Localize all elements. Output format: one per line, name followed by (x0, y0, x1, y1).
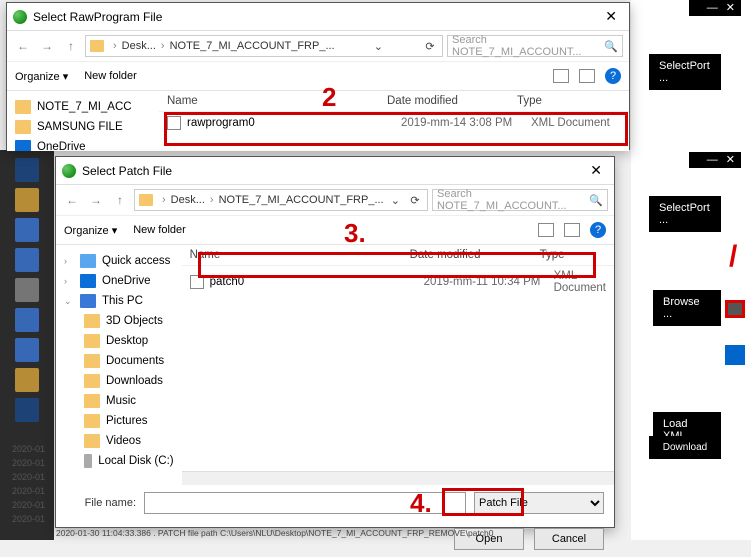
dropdown-icon[interactable]: ⌄ (370, 40, 386, 53)
nav-downloads[interactable]: Downloads (64, 371, 174, 391)
preview-icon[interactable] (564, 223, 580, 237)
select-port-button[interactable]: SelectPort ... (649, 54, 721, 90)
new-folder-button[interactable]: New folder (84, 70, 137, 82)
app-window-controls: — ✕ (689, 0, 741, 16)
dialog-title: Select Patch File (82, 164, 584, 178)
close-button[interactable]: ✕ (726, 3, 735, 14)
nav-3d-objects[interactable]: 3D Objects (64, 311, 174, 331)
view-icon[interactable] (538, 223, 554, 237)
filename-label: File name: (66, 497, 136, 509)
column-type[interactable]: Type (517, 95, 621, 107)
nav-desktop[interactable]: Desktop (64, 331, 174, 351)
close-icon[interactable]: ✕ (599, 8, 623, 25)
taskbar-icon[interactable] (15, 338, 39, 362)
preview-icon[interactable] (579, 69, 595, 83)
back-button[interactable]: ← (13, 36, 33, 56)
folder-icon (90, 40, 104, 52)
file-icon (190, 275, 204, 289)
close-button-2[interactable]: ✕ (726, 155, 735, 166)
help-icon[interactable]: ? (605, 68, 621, 84)
column-name[interactable]: Name (190, 249, 410, 261)
app-icon (62, 164, 76, 178)
close-icon[interactable]: ✕ (584, 162, 608, 179)
minimize-button[interactable]: — (707, 3, 718, 14)
refresh-icon[interactable]: ⟳ (407, 194, 423, 207)
nav-quick-access[interactable]: ›Quick access (64, 251, 174, 271)
select-rawprogram-dialog: Select RawProgram File ✕ ← → ↑ › Desk...… (6, 2, 630, 150)
up-button[interactable]: ↑ (110, 190, 130, 210)
folder-icon (139, 194, 153, 206)
file-row[interactable]: patch0 2019-mm-11 10:34 PM XML Document (182, 266, 614, 298)
file-row[interactable]: rawprogram0 2019-mm-14 3:08 PM XML Docum… (159, 112, 629, 134)
search-icon: 🔍 (604, 40, 618, 53)
nav-onedrive[interactable]: ›OneDrive (64, 271, 174, 291)
forward-button[interactable]: → (37, 36, 57, 56)
view-icon[interactable] (553, 69, 569, 83)
taskbar-icon[interactable] (15, 188, 39, 212)
minimize-button-2[interactable]: — (707, 155, 718, 166)
filename-input[interactable] (144, 492, 466, 514)
file-icon (167, 116, 181, 130)
new-folder-button[interactable]: New folder (133, 224, 186, 236)
taskbar-icon[interactable] (15, 398, 39, 422)
nav-pane: NOTE_7_MI_ACC SAMSUNG FILE OneDrive (7, 91, 159, 151)
nav-item[interactable]: SAMSUNG FILE (15, 117, 151, 137)
log-line: 2020-01-30 11:04:33.386 . PATCH file pat… (56, 528, 596, 538)
select-patch-dialog: Select Patch File ✕ ← → ↑ › Desk... › NO… (55, 156, 615, 528)
taskbar-icon[interactable] (15, 278, 39, 302)
help-icon[interactable]: ? (590, 222, 606, 238)
nav-pictures[interactable]: Pictures (64, 411, 174, 431)
nav-music[interactable]: Music (64, 391, 174, 411)
taskbar-icon[interactable] (15, 158, 39, 182)
breadcrumb[interactable]: › Desk... › NOTE_7_MI_ACCOUNT_FRP_... ⌄ … (85, 35, 443, 57)
app-window-controls-2: — ✕ (689, 152, 741, 168)
annotation-slash: / (729, 240, 739, 270)
nav-item[interactable]: OneDrive (15, 137, 151, 151)
timestamps-strip: 2020-01 2020-01 2020-01 2020-01 2020-01 … (12, 442, 45, 526)
up-button[interactable]: ↑ (61, 36, 81, 56)
browse-button[interactable]: Browse ... (653, 290, 721, 326)
search-icon: 🔍 (589, 194, 603, 207)
taskbar-icon[interactable] (15, 308, 39, 332)
dropdown-icon[interactable]: ⌄ (387, 194, 403, 207)
nav-item[interactable]: NOTE_7_MI_ACC (15, 97, 151, 117)
taskbar-icon[interactable] (15, 368, 39, 392)
nav-documents[interactable]: Documents (64, 351, 174, 371)
download-button[interactable]: Download (649, 436, 721, 459)
search-input[interactable]: Search NOTE_7_MI_ACCOUNT... 🔍 (432, 189, 608, 211)
column-type[interactable]: Type (540, 249, 606, 261)
organize-menu[interactable]: Organize ▾ (64, 224, 117, 237)
dialog-title: Select RawProgram File (33, 10, 599, 24)
forward-button[interactable]: → (86, 190, 106, 210)
app-icon (13, 10, 27, 24)
horizontal-scrollbar[interactable] (182, 471, 614, 485)
column-name[interactable]: Name (167, 95, 387, 107)
nav-local-disk[interactable]: Local Disk (C:) (64, 451, 174, 471)
select-port-button-2[interactable]: SelectPort ... (649, 196, 721, 232)
file-type-select[interactable]: Patch File (474, 492, 604, 514)
search-input[interactable]: Search NOTE_7_MI_ACCOUNT... 🔍 (447, 35, 623, 57)
taskbar-icon[interactable] (15, 248, 39, 272)
nav-pane: ›Quick access ›OneDrive ⌄This PC 3D Obje… (56, 245, 182, 485)
back-button[interactable]: ← (62, 190, 82, 210)
breadcrumb[interactable]: › Desk... › NOTE_7_MI_ACCOUNT_FRP_... ⌄ … (134, 189, 428, 211)
column-date[interactable]: Date modified (387, 95, 517, 107)
nav-videos[interactable]: Videos (64, 431, 174, 451)
nav-this-pc[interactable]: ⌄This PC (64, 291, 174, 311)
annotation-small-box (725, 300, 745, 318)
column-date[interactable]: Date modified (410, 249, 540, 261)
refresh-icon[interactable]: ⟳ (422, 40, 438, 53)
organize-menu[interactable]: Organize ▾ (15, 70, 68, 83)
blue-square (725, 345, 745, 365)
taskbar-icon[interactable] (15, 218, 39, 242)
